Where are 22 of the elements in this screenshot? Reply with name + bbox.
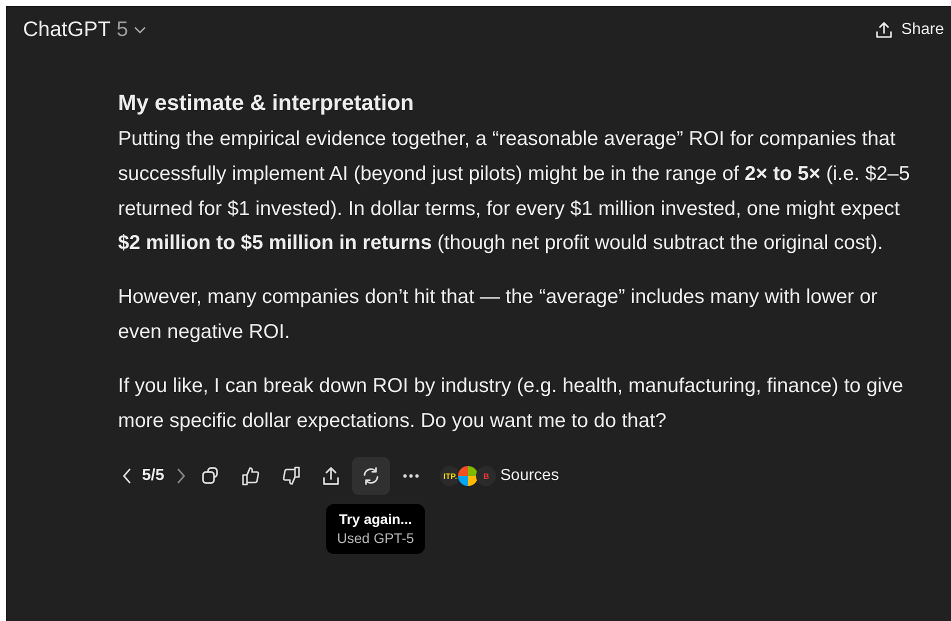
source-logo: ITP. bbox=[440, 466, 460, 486]
chevron-right-icon bbox=[176, 468, 186, 484]
source-logo: B bbox=[476, 466, 496, 486]
window-logo-icon bbox=[458, 466, 478, 486]
page-counter: 5/5 bbox=[142, 467, 164, 486]
refresh-icon bbox=[361, 466, 382, 486]
more-icon bbox=[403, 474, 420, 478]
thumbs-down-icon bbox=[281, 466, 302, 486]
message-paragraph: Putting the empirical evidence together, a “reasonable average” ROI for companies that successfully implement AI (beyond just pilots) might be in the range of 2× to 5× (i.e. $2–5 returned for $1 invested). In dollar terms, for every $1 million invested, one might expect $2 million to $5 million in returns (though net profit would subtract the original cost). bbox=[118, 127, 911, 256]
message-paragraph: If you like, I can break down ROI by industry (e.g. health, manufacturing, finance) to give more specific dollar expectations. Do you want me to do that? bbox=[118, 374, 904, 434]
tooltip: Try again... Used GPT-5 bbox=[326, 504, 426, 554]
chevron-left-icon bbox=[122, 468, 132, 484]
upload-icon bbox=[875, 21, 894, 39]
model-selector[interactable]: ChatGPT 5 bbox=[18, 14, 152, 46]
message-heading: My estimate & interpretation bbox=[118, 90, 415, 116]
retry-button[interactable] bbox=[352, 457, 390, 496]
chevron-icon bbox=[134, 26, 146, 34]
share-button[interactable]: Share bbox=[875, 21, 944, 39]
thumbs-up-icon bbox=[241, 466, 262, 486]
message-paragraph: However, many companies don’t hit that — the “average” includes many with lower or even negative ROI. bbox=[118, 285, 878, 345]
upload-icon bbox=[321, 466, 342, 486]
sources-button[interactable]: ITP. B Sources bbox=[440, 466, 559, 486]
